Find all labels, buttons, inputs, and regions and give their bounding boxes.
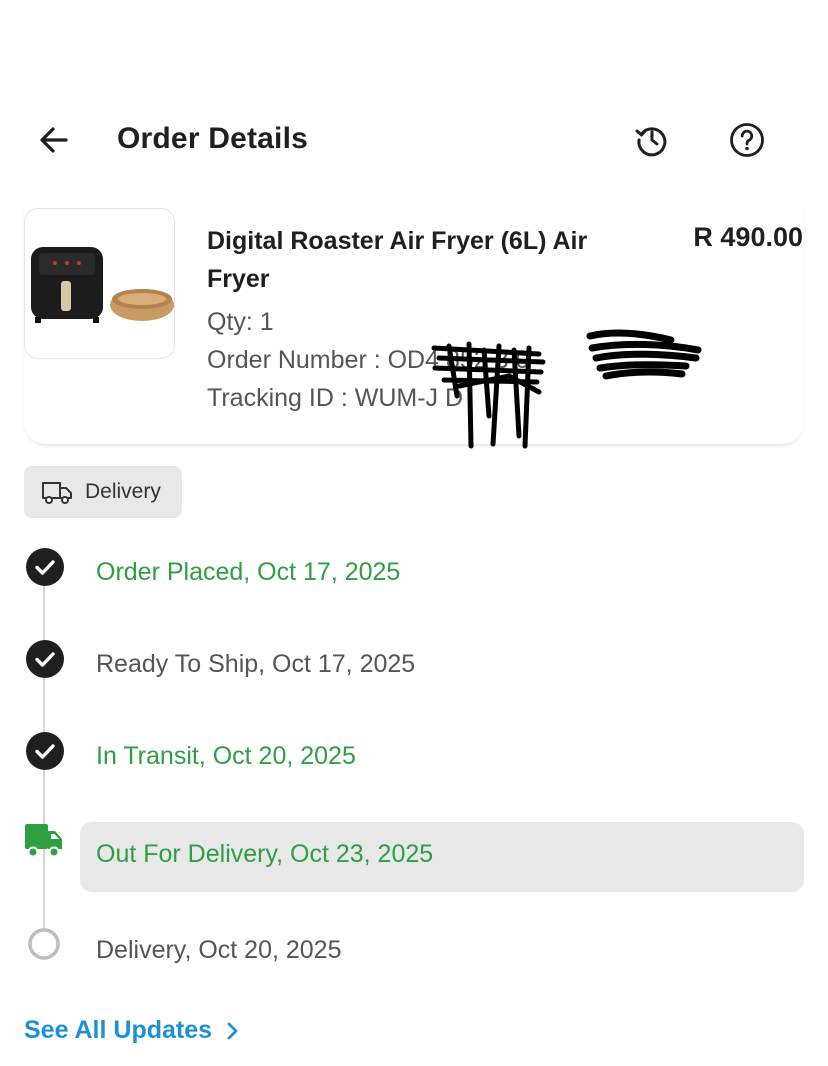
truck-icon — [42, 482, 72, 504]
delivery-chip[interactable]: Delivery — [24, 466, 182, 518]
air-fryer-image — [31, 247, 174, 323]
tracking-id: Tracking ID : WUM-J D — [207, 384, 464, 412]
history-button[interactable] — [632, 120, 672, 160]
redaction-scribble — [431, 341, 546, 449]
delivery-truck-icon — [24, 820, 64, 860]
check-circle-icon — [25, 639, 65, 679]
check-circle-icon — [25, 731, 65, 771]
arrow-left-icon — [40, 127, 68, 153]
pending-circle-icon — [25, 925, 65, 965]
back-button[interactable] — [34, 120, 74, 160]
history-icon — [635, 127, 667, 157]
product-card[interactable]: Digital Roaster Air Fryer (6L) Air Fryer… — [24, 200, 804, 449]
redaction-scribble — [586, 329, 702, 380]
delivery-chip-label: Delivery — [85, 480, 161, 503]
timeline-step-delivery: Delivery, Oct 20, 2025 — [96, 936, 342, 964]
timeline-step-out-for-delivery: Out For Delivery, Oct 23, 2025 — [96, 840, 434, 868]
timeline-step-in-transit: In Transit, Oct 20, 2025 — [96, 742, 356, 770]
see-all-updates-label: See All Updates — [24, 1016, 213, 1044]
timeline-step-ready-to-ship: Ready To Ship, Oct 17, 2025 — [96, 650, 416, 678]
product-price: R 490.00 — [693, 222, 803, 252]
product-thumbnail — [24, 208, 175, 359]
check-circle-icon — [25, 547, 65, 587]
chevron-right-icon — [227, 1022, 238, 1039]
see-all-updates-link[interactable]: See All Updates — [24, 1016, 244, 1045]
product-qty: Qty: 1 — [207, 308, 274, 336]
app-header: Order Details — [0, 100, 828, 180]
product-name: Digital Roaster Air Fryer (6L) Air Fryer — [207, 227, 588, 293]
help-button[interactable] — [727, 120, 767, 160]
page-title: Order Details — [117, 122, 309, 155]
timeline-step-order-placed: Order Placed, Oct 17, 2025 — [96, 558, 401, 586]
help-icon — [730, 123, 764, 157]
